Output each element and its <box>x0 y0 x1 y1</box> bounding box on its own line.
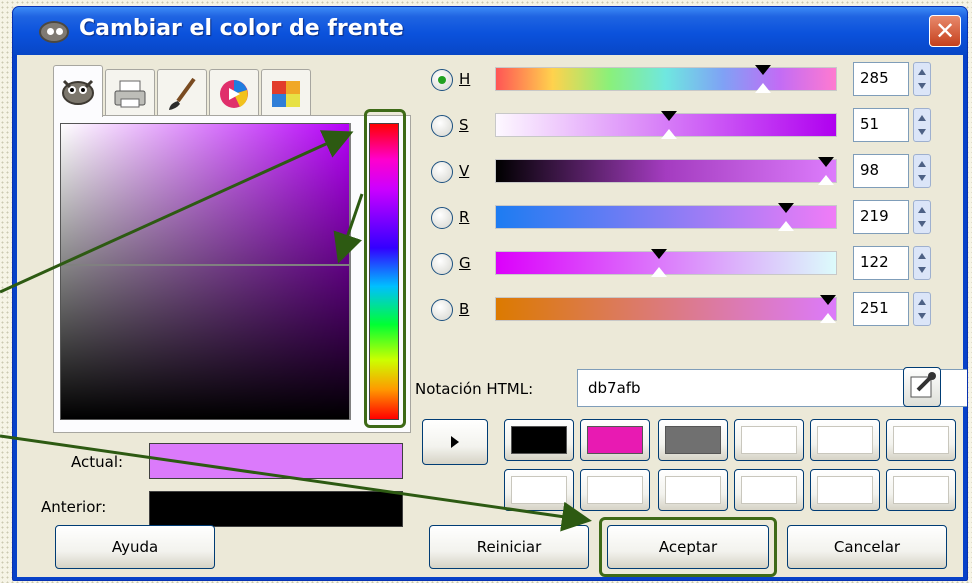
annotation-overlay <box>0 130 592 532</box>
arrow-to-hue-strip <box>0 130 354 294</box>
arrow-to-crosshair <box>333 193 364 264</box>
arrow-to-ok-button <box>0 434 592 532</box>
tab-gimp-selector[interactable] <box>53 65 103 117</box>
gimp-selector-icon <box>62 79 94 105</box>
